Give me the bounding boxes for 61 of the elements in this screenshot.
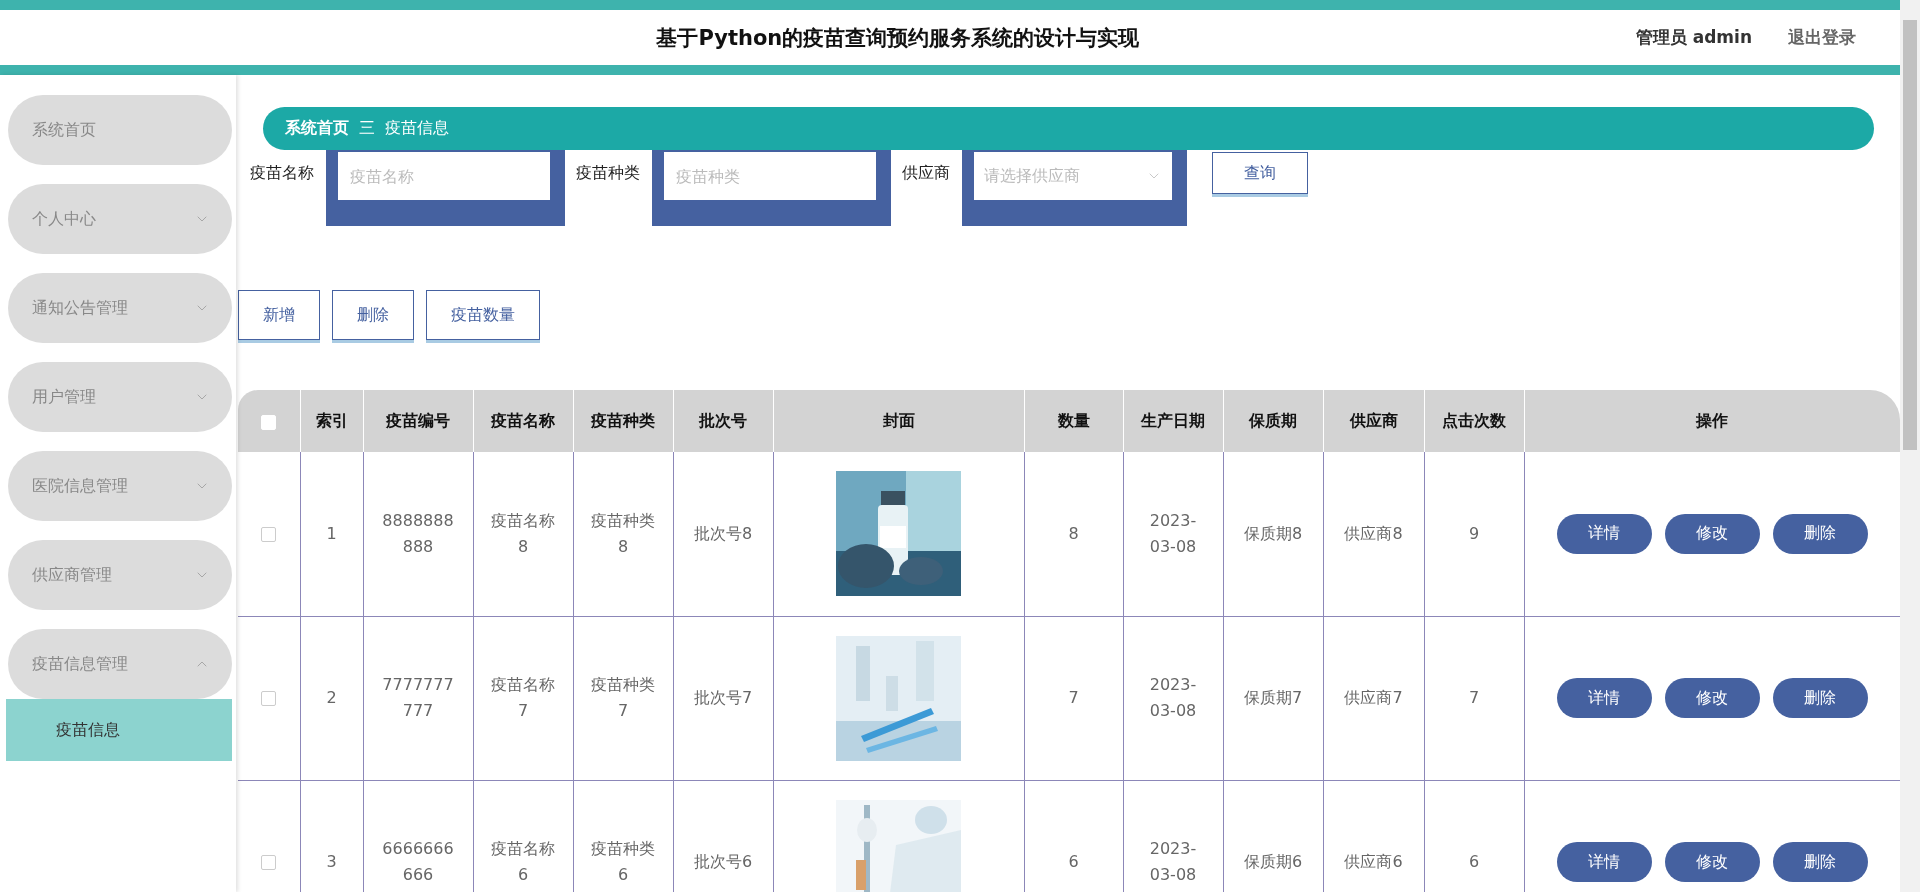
row-action-button[interactable]: 详情 — [1556, 513, 1652, 554]
column-header: 封面 — [773, 390, 1024, 452]
action-button[interactable]: 新增 — [238, 290, 320, 340]
field-label: 疫苗种类 — [576, 163, 640, 184]
row-action-button[interactable]: 删除 — [1772, 513, 1868, 554]
table-cell: 7 — [1424, 616, 1524, 780]
logout-link[interactable]: 退出登录 — [1788, 26, 1856, 49]
table-cell: 供应商7 — [1323, 616, 1424, 780]
column-header: 生产日期 — [1123, 390, 1223, 452]
column-header: 疫苗种类 — [573, 390, 673, 452]
page-title: 基于Python的疫苗查询预约服务系统的设计与实现 — [655, 24, 1141, 52]
table-cell: 保质期7 — [1223, 616, 1323, 780]
column-header: 点击次数 — [1424, 390, 1524, 452]
column-header: 供应商 — [1323, 390, 1424, 452]
row-action-button[interactable]: 修改 — [1664, 678, 1760, 718]
field-label: 供应商 — [902, 163, 950, 184]
column-header: 批次号 — [673, 390, 773, 452]
row-action-button[interactable]: 详情 — [1556, 842, 1652, 882]
table-cell: 8 — [1024, 452, 1123, 616]
action-button[interactable]: 删除 — [332, 290, 414, 340]
row-action-button[interactable]: 删除 — [1772, 678, 1868, 718]
table-cell: 疫苗名称7 — [473, 616, 573, 780]
row-action-button[interactable]: 详情 — [1556, 678, 1652, 718]
column-header: 索引 — [300, 390, 363, 452]
table-cell: 保质期8 — [1223, 452, 1323, 616]
scrollbar[interactable] — [1900, 0, 1920, 892]
column-header: 疫苗编号 — [363, 390, 473, 452]
table-cell: 批次号8 — [673, 452, 773, 616]
table-cell: 供应商8 — [1323, 452, 1424, 616]
table-cell: 7777777777 — [363, 616, 473, 780]
table-cell: 疫苗种类8 — [573, 452, 673, 616]
select-all-checkbox[interactable] — [261, 414, 277, 430]
table-cell: 2023-03-08 — [1123, 616, 1223, 780]
table-cell: 疫苗名称8 — [473, 452, 573, 616]
table-cell: 疫苗种类7 — [573, 616, 673, 780]
action-button[interactable]: 疫苗数量 — [426, 290, 540, 340]
column-header: 疫苗名称 — [473, 390, 573, 452]
submenu-item[interactable]: 疫苗信息 — [6, 699, 232, 761]
row-action-button[interactable]: 删除 — [1772, 842, 1868, 882]
column-header: 操作 — [1524, 390, 1900, 452]
column-header: 数量 — [1024, 390, 1123, 452]
column-header: 保质期 — [1223, 390, 1323, 452]
row-checkbox[interactable] — [261, 691, 277, 707]
query-button[interactable]: 查询 — [1212, 152, 1308, 194]
breadcrumb-current: 疫苗信息 — [385, 118, 449, 139]
table-cell: 批次号7 — [673, 616, 773, 780]
row-checkbox[interactable] — [261, 526, 277, 542]
table-cell: 7 — [1024, 616, 1123, 780]
row-checkbox[interactable] — [261, 855, 277, 871]
table-cell: 2 — [300, 616, 363, 780]
field-label: 疫苗名称 — [250, 163, 314, 184]
row-action-button[interactable]: 修改 — [1664, 842, 1760, 882]
row-action-button[interactable]: 修改 — [1664, 513, 1760, 554]
table-cell: 9 — [1424, 452, 1524, 616]
table-cell: 2023-03-08 — [1123, 452, 1223, 616]
table-cell: 8888888888 — [363, 452, 473, 616]
breadcrumb-separator: 三 — [359, 118, 375, 139]
user-label: 管理员 admin — [1635, 26, 1752, 49]
input-field[interactable]: 疫苗种类 — [652, 150, 891, 226]
input-field[interactable]: 疫苗名称 — [326, 150, 565, 226]
table-cell: 1 — [300, 452, 363, 616]
